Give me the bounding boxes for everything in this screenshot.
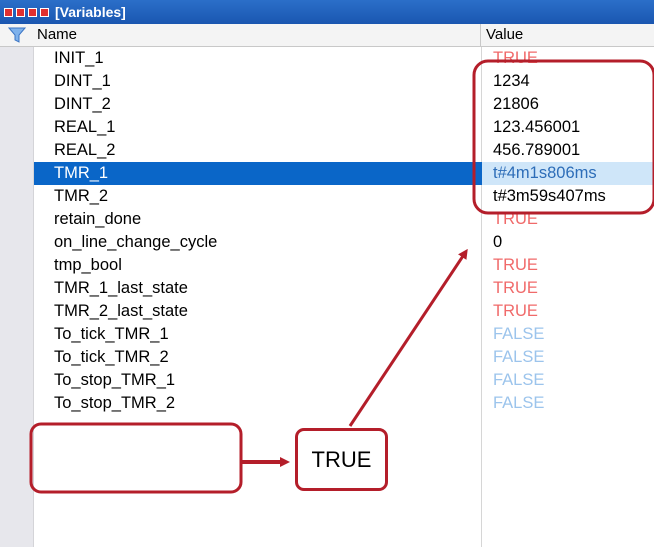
variable-name: retain_done (54, 210, 142, 228)
variable-row[interactable]: TMR_2 t#3m59s407ms (34, 185, 654, 208)
variable-name: To_stop_TMR_1 (54, 371, 176, 389)
variable-value[interactable]: FALSE (493, 346, 544, 369)
variable-value[interactable]: TRUE (493, 254, 538, 277)
variable-row[interactable]: To_tick_TMR_2 FALSE (34, 346, 654, 369)
variable-value[interactable]: TRUE (493, 47, 538, 70)
variable-value[interactable]: FALSE (493, 323, 544, 346)
row-selector-strip (0, 47, 34, 547)
variable-value[interactable]: 123.456001 (493, 116, 580, 139)
column-header-value[interactable]: Value (482, 24, 654, 46)
variable-row[interactable]: INIT_1 TRUE (34, 47, 654, 70)
variable-name: on_line_change_cycle (54, 233, 218, 251)
variable-name: INIT_1 (54, 49, 104, 67)
variable-value[interactable]: 0 (493, 231, 502, 254)
variable-row[interactable]: retain_done TRUE (34, 208, 654, 231)
variable-row[interactable]: TMR_1_last_state TRUE (34, 277, 654, 300)
variable-value[interactable]: 1234 (493, 70, 530, 93)
column-header-name[interactable]: Name (34, 24, 481, 46)
variable-value[interactable]: 456.789001 (493, 139, 580, 162)
variable-value[interactable]: TRUE (493, 277, 538, 300)
callout-true: TRUE (295, 428, 388, 491)
variable-value[interactable]: TRUE (493, 300, 538, 323)
variable-row[interactable]: DINT_2 21806 (34, 93, 654, 116)
variable-row[interactable]: tmp_bool TRUE (34, 254, 654, 277)
variable-value[interactable]: TRUE (493, 208, 538, 231)
variable-name: DINT_1 (54, 72, 111, 90)
variable-name: To_tick_TMR_2 (54, 348, 169, 366)
variable-row[interactable]: To_tick_TMR_1 FALSE (34, 323, 654, 346)
variable-row[interactable]: DINT_1 1234 (34, 70, 654, 93)
window-squares-icon (4, 7, 49, 17)
variable-row[interactable]: TMR_1 t#4m1s806ms (34, 162, 654, 185)
variable-row[interactable]: on_line_change_cycle 0 (34, 231, 654, 254)
variable-row[interactable]: TMR_2_last_state TRUE (34, 300, 654, 323)
variable-name: TMR_1_last_state (54, 279, 188, 297)
filter-icon[interactable] (8, 27, 26, 44)
variable-value[interactable]: 21806 (493, 93, 539, 116)
variable-name: To_stop_TMR_2 (54, 394, 176, 412)
variable-value[interactable]: FALSE (493, 369, 544, 392)
variable-name: REAL_2 (54, 141, 116, 159)
window-title: [Variables] (55, 4, 126, 20)
variable-row[interactable]: REAL_1 123.456001 (34, 116, 654, 139)
variable-row[interactable]: To_stop_TMR_1 FALSE (34, 369, 654, 392)
column-header-row: Name Value (0, 24, 654, 47)
variable-value[interactable]: t#4m1s806ms (493, 162, 597, 185)
variable-name: TMR_2_last_state (54, 302, 188, 320)
variable-name: To_tick_TMR_1 (54, 325, 169, 343)
variable-name: TMR_1 (54, 164, 109, 182)
variable-row[interactable]: REAL_2 456.789001 (34, 139, 654, 162)
variables-list: INIT_1 TRUE DINT_1 1234 DINT_2 21806 REAL_1 123… (34, 47, 654, 415)
variable-value[interactable]: FALSE (493, 392, 544, 415)
variable-name: TMR_2 (54, 187, 109, 205)
variable-name: DINT_2 (54, 95, 111, 113)
highlight-box-to-tick (29, 422, 243, 494)
variable-row[interactable]: To_stop_TMR_2 FALSE (34, 392, 654, 415)
variable-name: REAL_1 (54, 118, 116, 136)
variable-name: tmp_bool (54, 256, 122, 274)
window-title-bar: [Variables] (0, 0, 654, 24)
variable-value[interactable]: t#3m59s407ms (493, 185, 606, 208)
